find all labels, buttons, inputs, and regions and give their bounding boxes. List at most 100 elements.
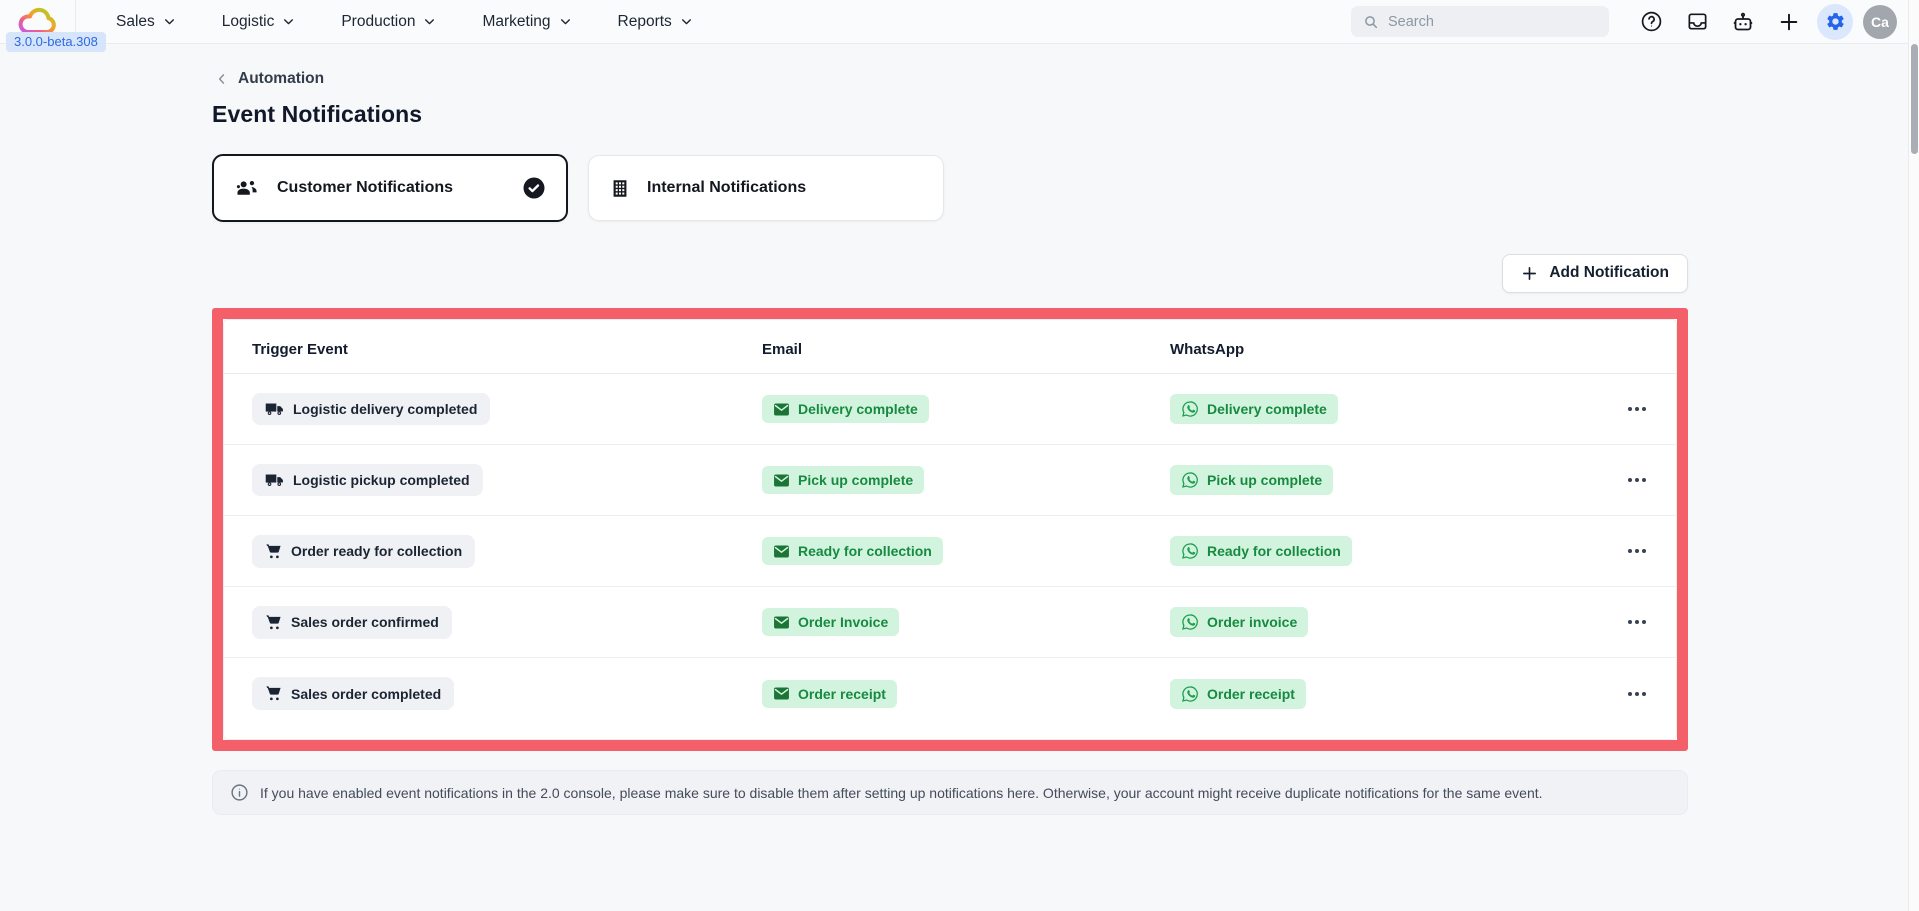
page-scrollbar[interactable] xyxy=(1908,0,1919,911)
scrollbar-thumb[interactable] xyxy=(1911,44,1918,154)
whatsapp-template-label: Order invoice xyxy=(1207,614,1298,630)
whatsapp-icon xyxy=(1181,542,1199,560)
menu-item-production[interactable]: Production xyxy=(325,5,452,39)
trigger-event-cell: Sales order confirmed xyxy=(252,605,762,639)
ellipsis-icon xyxy=(1642,407,1646,411)
inbox-button[interactable] xyxy=(1679,4,1715,40)
trigger-event-cell: Order ready for collection xyxy=(252,534,762,568)
user-avatar[interactable]: Ca xyxy=(1863,4,1897,39)
trigger-event-pill: Sales order completed xyxy=(252,677,455,710)
ellipsis-icon xyxy=(1642,691,1646,696)
highlight-border: Trigger Event Email WhatsApp Logistic de… xyxy=(212,308,1688,751)
table-header-row: Trigger Event Email WhatsApp xyxy=(224,326,1676,374)
table-body: Logistic delivery completed Delivery com… xyxy=(224,374,1676,729)
menu-item-label: Reports xyxy=(617,12,672,30)
table-row: Logistic delivery completed Delivery com… xyxy=(224,374,1676,445)
search-box[interactable] xyxy=(1351,6,1609,37)
email-template-label: Order Invoice xyxy=(798,614,889,630)
info-banner: If you have enabled event notifications … xyxy=(212,770,1688,815)
trigger-event-label: Logistic delivery completed xyxy=(293,401,478,417)
email-cell: Order receipt xyxy=(762,679,1170,708)
settings-button[interactable] xyxy=(1817,3,1853,40)
chevron-down-icon xyxy=(680,15,693,28)
truck-icon xyxy=(265,401,284,417)
plus-icon xyxy=(1521,265,1538,282)
ellipsis-icon xyxy=(1642,549,1646,553)
ellipsis-icon xyxy=(1628,620,1632,624)
add-notification-label: Add Notification xyxy=(1549,264,1669,281)
whatsapp-template-pill[interactable]: Pick up complete xyxy=(1170,465,1334,495)
add-notification-button[interactable]: Add Notification xyxy=(1502,254,1688,293)
whatsapp-icon xyxy=(1181,613,1199,631)
trigger-event-label: Sales order confirmed xyxy=(291,614,439,630)
whatsapp-template-pill[interactable]: Ready for collection xyxy=(1170,536,1352,566)
whatsapp-template-label: Pick up complete xyxy=(1207,472,1323,488)
actions-row: Add Notification xyxy=(212,254,1688,293)
whatsapp-icon xyxy=(1181,400,1199,418)
menu-item-logistic[interactable]: Logistic xyxy=(206,5,312,39)
row-actions-button[interactable] xyxy=(1596,543,1648,559)
email-template-pill[interactable]: Ready for collection xyxy=(762,537,943,565)
email-cell: Delivery complete xyxy=(762,395,1170,423)
email-icon xyxy=(773,544,790,559)
cart-icon xyxy=(265,685,282,702)
chevron-down-icon xyxy=(282,15,295,28)
ellipsis-icon xyxy=(1642,620,1646,624)
add-new-button[interactable] xyxy=(1771,4,1807,40)
ellipsis-icon xyxy=(1628,691,1632,696)
menu-item-label: Sales xyxy=(116,12,155,30)
trigger-event-pill: Logistic delivery completed xyxy=(252,393,491,425)
menu-item-sales[interactable]: Sales xyxy=(100,5,192,39)
ellipsis-icon xyxy=(1628,478,1632,482)
email-icon xyxy=(773,473,790,488)
table-row: Order ready for collection Ready for col… xyxy=(224,516,1676,587)
row-actions-button[interactable] xyxy=(1596,686,1648,702)
email-template-pill[interactable]: Delivery complete xyxy=(762,395,929,423)
table-row: Sales order completed Order receipt Orde… xyxy=(224,658,1676,729)
email-template-pill[interactable]: Pick up complete xyxy=(762,466,925,494)
main-menu: Sales Logistic Production Marketing Repo… xyxy=(100,5,709,39)
check-circle-icon xyxy=(522,176,546,200)
whatsapp-template-pill[interactable]: Delivery complete xyxy=(1170,394,1338,424)
people-icon xyxy=(234,176,261,200)
menu-item-reports[interactable]: Reports xyxy=(602,5,709,39)
column-header-trigger-event: Trigger Event xyxy=(252,341,348,358)
whatsapp-cell: Order invoice xyxy=(1170,607,1596,637)
whatsapp-cell: Pick up complete xyxy=(1170,465,1596,495)
whatsapp-icon xyxy=(1181,685,1199,703)
trigger-event-label: Sales order completed xyxy=(291,685,442,702)
help-button[interactable] xyxy=(1633,4,1669,40)
tab-label: Internal Notifications xyxy=(647,179,807,196)
table-row: Logistic pickup completed Pick up comple… xyxy=(224,445,1676,516)
trigger-event-cell: Sales order completed xyxy=(252,677,762,710)
email-template-label: Delivery complete xyxy=(798,401,918,417)
breadcrumb[interactable]: Automation xyxy=(215,70,1688,88)
whatsapp-icon xyxy=(1181,471,1199,489)
row-actions-button[interactable] xyxy=(1596,614,1648,630)
menu-item-marketing[interactable]: Marketing xyxy=(466,5,587,39)
notification-type-tabs: Customer Notifications Internal Notifica… xyxy=(212,154,1688,222)
trigger-event-pill: Logistic pickup completed xyxy=(252,464,483,496)
row-actions-button[interactable] xyxy=(1596,472,1648,488)
chevron-down-icon xyxy=(423,15,436,28)
main-content: Automation Event Notifications Customer … xyxy=(0,44,1688,815)
trigger-event-cell: Logistic delivery completed xyxy=(252,393,762,425)
email-template-label: Order receipt xyxy=(798,685,886,702)
search-input[interactable] xyxy=(1388,13,1597,30)
email-template-label: Ready for collection xyxy=(798,543,932,559)
assistant-robot-button[interactable] xyxy=(1725,4,1761,40)
email-template-pill[interactable]: Order receipt xyxy=(762,679,897,708)
breadcrumb-label: Automation xyxy=(238,70,325,87)
email-template-pill[interactable]: Order Invoice xyxy=(762,608,900,636)
version-badge: 3.0.0-beta.308 xyxy=(6,32,106,52)
row-actions-button[interactable] xyxy=(1596,401,1648,417)
email-cell: Ready for collection xyxy=(762,537,1170,565)
whatsapp-template-pill[interactable]: Order receipt xyxy=(1170,678,1306,709)
tab-internal-notifications[interactable]: Internal Notifications xyxy=(588,155,944,221)
email-cell: Order Invoice xyxy=(762,608,1170,636)
whatsapp-template-pill[interactable]: Order invoice xyxy=(1170,607,1309,637)
email-icon xyxy=(773,402,790,417)
top-navigation-bar: 3.0.0-beta.308 Sales Logistic Production… xyxy=(0,0,1919,52)
tab-customer-notifications[interactable]: Customer Notifications xyxy=(212,154,568,222)
menu-item-label: Production xyxy=(341,12,416,30)
